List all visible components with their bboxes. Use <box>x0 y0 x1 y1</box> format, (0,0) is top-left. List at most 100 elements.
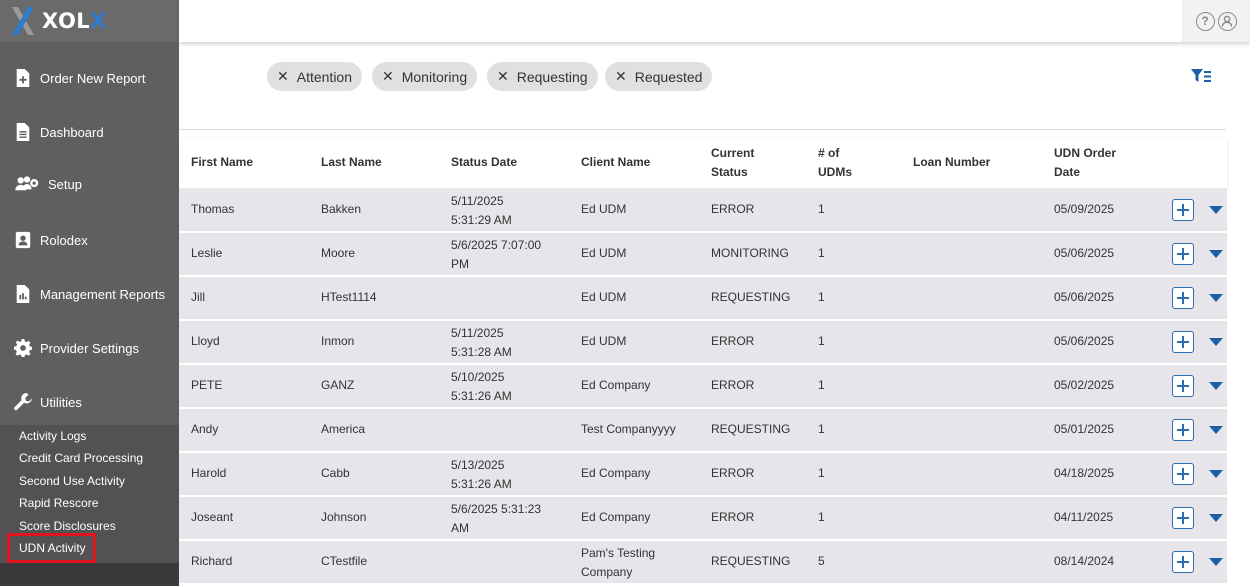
cell-first-name: Joseant <box>191 510 234 524</box>
table-row[interactable]: Richard CTestfile Pam's Testing Company REQU… <box>179 541 1227 585</box>
cell-num-udms: 1 <box>818 422 825 436</box>
logo[interactable]: XOLX <box>0 0 179 42</box>
submenu-score-disclosures[interactable]: Score Disclosures <box>19 519 116 533</box>
cell-udn-order-date: 04/11/2025 <box>1054 510 1114 524</box>
cell-num-udms: 1 <box>818 246 825 260</box>
caret-down-icon[interactable] <box>1209 206 1223 214</box>
cell-current-status: REQUESTING <box>711 290 791 304</box>
submenu-second-use-activity[interactable]: Second Use Activity <box>19 474 125 488</box>
table-row[interactable]: Jill HTest1114 Ed UDM REQUESTING 1 05/06/2025 <box>179 277 1227 321</box>
expand-row-button[interactable] <box>1172 419 1194 441</box>
cell-status-date-line2: 5:31:26 AM <box>451 477 512 491</box>
wrench-icon <box>12 391 34 413</box>
header-last-name[interactable]: Last Name <box>321 153 382 172</box>
table-header: First Name Last Name Status Date Client … <box>179 138 1227 188</box>
plus-icon <box>1177 380 1189 392</box>
filter-chip-monitoring[interactable]: ✕ Monitoring <box>372 62 478 91</box>
cell-udn-order-date: 05/09/2025 <box>1054 202 1115 216</box>
expand-row-button[interactable] <box>1172 331 1194 353</box>
nav-provider-settings[interactable]: Provider Settings <box>0 321 179 375</box>
header-current-status[interactable]: Current Status <box>711 144 754 182</box>
caret-down-icon[interactable] <box>1209 382 1223 390</box>
sidebar-footer <box>0 563 179 586</box>
remove-filter-icon[interactable]: ✕ <box>497 68 509 85</box>
expand-row-button[interactable] <box>1172 551 1194 573</box>
filter-chip-attention[interactable]: ✕ Attention <box>267 62 362 91</box>
header-client-name[interactable]: Client Name <box>581 153 650 172</box>
cell-current-status: MONITORING <box>711 246 789 260</box>
caret-down-icon[interactable] <box>1209 250 1223 258</box>
cell-client-name: Ed UDM <box>581 334 627 348</box>
header-udn-order-date[interactable]: UDN Order Date <box>1054 144 1116 182</box>
expand-row-button[interactable] <box>1172 199 1194 221</box>
nav-order-new-report[interactable]: Order New Report <box>0 51 179 105</box>
cell-first-name: Lloyd <box>191 334 220 348</box>
table-row[interactable]: Harold Cabb 5/13/2025 5:31:26 AM Ed Company E… <box>179 453 1227 497</box>
table-row[interactable]: Lloyd Inmon 5/11/2025 5:31:28 AM Ed UDM ERROR… <box>179 321 1227 365</box>
header-status-date[interactable]: Status Date <box>451 153 517 172</box>
caret-down-icon[interactable] <box>1209 294 1223 302</box>
header-line: Date <box>1054 165 1081 179</box>
cell-client-name: Ed Company <box>581 466 651 480</box>
cell-client-name: Ed UDM <box>581 246 627 260</box>
cell-last-name: Moore <box>321 246 356 260</box>
cell-first-name: Jill <box>191 290 205 304</box>
filter-chip-requested[interactable]: ✕ Requested <box>605 62 713 91</box>
remove-filter-icon[interactable]: ✕ <box>382 68 394 85</box>
submenu-credit-card-processing[interactable]: Credit Card Processing <box>19 451 143 465</box>
expand-row-button[interactable] <box>1172 507 1194 529</box>
cell-last-name: Johnson <box>321 510 367 524</box>
cell-status-date: 5/13/2025 <box>451 458 505 472</box>
nav-management-reports[interactable]: Management Reports <box>0 267 179 321</box>
plus-icon <box>1177 468 1189 480</box>
cell-udn-order-date: 05/06/2025 <box>1054 290 1115 304</box>
submenu-activity-logs[interactable]: Activity Logs <box>19 429 86 443</box>
cell-num-udms: 1 <box>818 202 825 216</box>
table-row[interactable]: Andy America Test Companyyyy REQUESTING 1 05/… <box>179 409 1227 453</box>
divider <box>179 129 1226 130</box>
cell-status-date-line2: AM <box>451 521 469 535</box>
cell-first-name: PETE <box>191 378 223 392</box>
caret-down-icon[interactable] <box>1209 338 1223 346</box>
active-item-highlight <box>7 533 96 563</box>
nav-setup[interactable]: Setup <box>0 157 179 211</box>
caret-down-icon[interactable] <box>1209 426 1223 434</box>
table-row[interactable]: Leslie Moore 5/6/2025 7:07:00 PM Ed UDM MONIT… <box>179 233 1227 277</box>
nav-utilities[interactable]: Utilities <box>0 375 179 429</box>
submenu-rapid-rescore[interactable]: Rapid Rescore <box>19 496 98 510</box>
header-first-name[interactable]: First Name <box>191 153 253 172</box>
table-row[interactable]: PETE GANZ 5/10/2025 5:31:26 AM Ed Company ERR… <box>179 365 1227 409</box>
header-num-udms[interactable]: # of UDMs <box>818 144 852 182</box>
caret-down-icon[interactable] <box>1209 558 1223 566</box>
header-line: Current <box>711 146 755 160</box>
filter-chip-requesting[interactable]: ✕ Requesting <box>487 62 598 91</box>
nav-dashboard[interactable]: Dashboard <box>0 105 179 159</box>
filter-list-icon[interactable] <box>1191 68 1213 84</box>
cell-current-status: REQUESTING <box>711 422 791 436</box>
table-row[interactable]: Joseant Johnson 5/6/2025 5:31:23 AM Ed Compa… <box>179 497 1227 541</box>
plus-icon <box>1177 512 1189 524</box>
header-loan-number[interactable]: Loan Number <box>913 153 990 172</box>
cell-client-name: Test Companyyyy <box>581 422 676 436</box>
caret-down-icon[interactable] <box>1209 514 1223 522</box>
remove-filter-icon[interactable]: ✕ <box>615 68 627 85</box>
cell-client-name: Ed UDM <box>581 290 627 304</box>
plus-icon <box>1177 336 1189 348</box>
expand-row-button[interactable] <box>1172 287 1194 309</box>
filter-chip-label: Attention <box>296 68 352 85</box>
nav-label: Order New Report <box>40 70 146 86</box>
user-profile-icon[interactable] <box>1217 11 1237 31</box>
expand-row-button[interactable] <box>1172 243 1194 265</box>
expand-row-button[interactable] <box>1172 375 1194 397</box>
cell-udn-order-date: 05/01/2025 <box>1054 422 1115 436</box>
nav-rolodex[interactable]: Rolodex <box>0 213 179 267</box>
gear-icon <box>12 337 34 359</box>
help-icon[interactable]: ? <box>1195 11 1215 31</box>
cell-last-name: Cabb <box>321 466 350 480</box>
table-row[interactable]: Thomas Bakken 5/11/2025 5:31:29 AM Ed UDM ERR… <box>179 189 1227 233</box>
cell-current-status: ERROR <box>711 510 755 524</box>
logo-text: XOLX <box>42 9 107 33</box>
remove-filter-icon[interactable]: ✕ <box>277 68 289 85</box>
caret-down-icon[interactable] <box>1209 470 1223 478</box>
expand-row-button[interactable] <box>1172 463 1194 485</box>
